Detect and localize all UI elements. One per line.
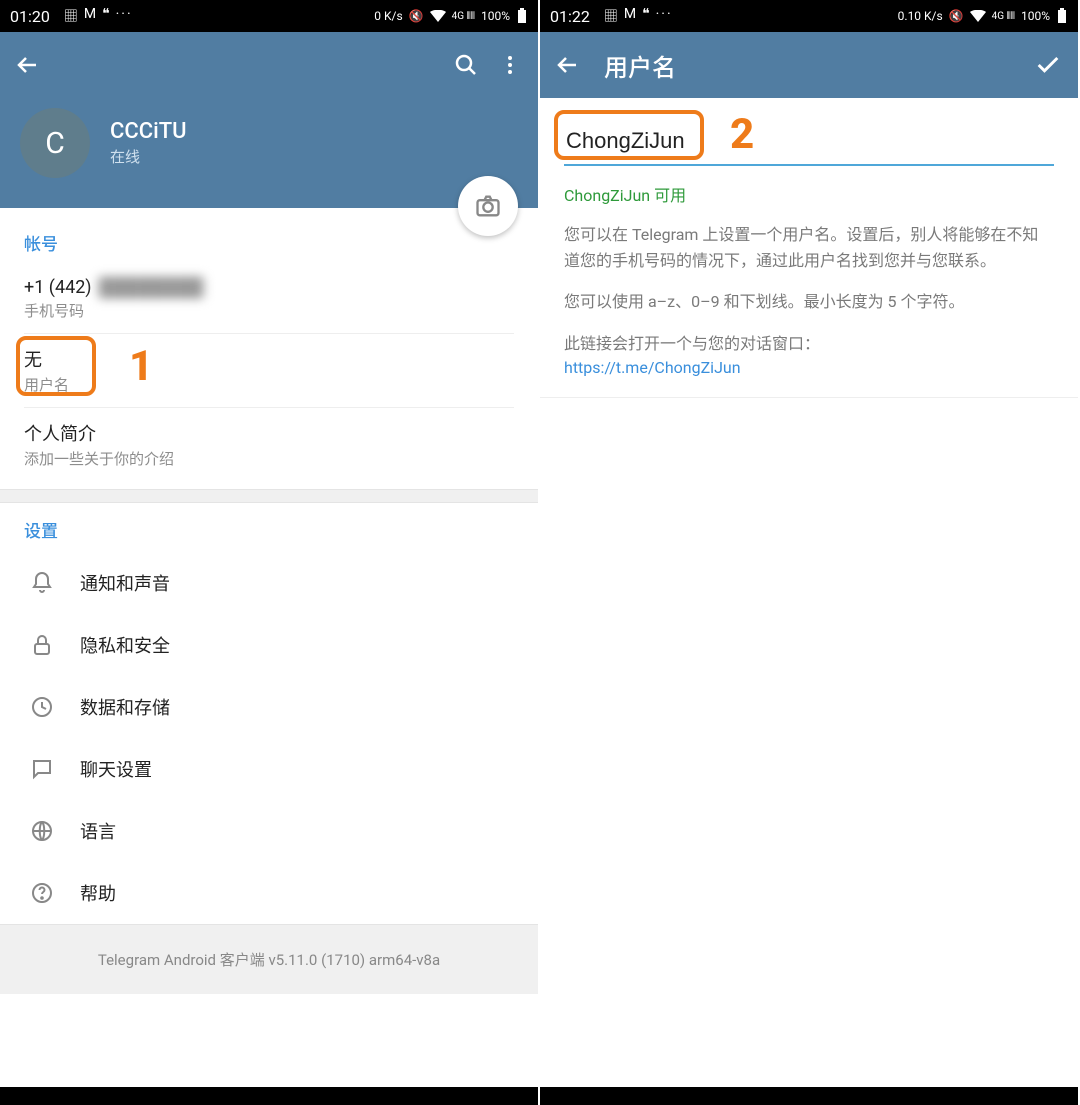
username-value: 无 — [24, 346, 514, 372]
settings-row-label: 数据和存储 — [80, 694, 170, 720]
camera-fab[interactable] — [458, 176, 518, 236]
confirm-icon[interactable] — [1034, 51, 1062, 79]
footer-version: Telegram Android 客户端 v5.11.0 (1710) arm6… — [0, 924, 538, 994]
bio-row[interactable]: 个人简介 添加一些关于你的介绍 — [24, 407, 514, 481]
phone-value: +1 (442) ████████ — [24, 277, 514, 298]
status-notification-icons: ▦ M ❝ ··· — [604, 6, 673, 26]
search-icon[interactable] — [454, 53, 478, 77]
profile-header: C CCCiTU 在线 — [0, 98, 538, 208]
hangouts-icon: ❝ — [642, 6, 650, 26]
more-icon: ··· — [656, 6, 673, 26]
bell-icon — [24, 571, 60, 595]
back-icon[interactable] — [556, 53, 580, 77]
wifi-icon — [430, 10, 446, 22]
status-time: 01:22 — [550, 7, 590, 26]
avatar[interactable]: C — [20, 108, 90, 178]
battery-text: 100% — [481, 9, 510, 23]
profile-status: 在线 — [110, 146, 187, 167]
appbar — [0, 32, 538, 98]
username-desc-3: 此链接会打开一个与您的对话窗口： — [564, 331, 1054, 357]
username-row[interactable]: 无 用户名 1 — [24, 333, 514, 407]
android-navbar — [540, 1087, 1078, 1105]
account-section: 帐号 +1 (442) ████████ 手机号码 无 用户名 1 个人简介 添… — [0, 208, 538, 489]
username-label: 用户名 — [24, 374, 514, 395]
more-vert-icon[interactable] — [498, 53, 522, 77]
username-desc-1: 您可以在 Telegram 上设置一个用户名。设置后，别人将能够在不知道您的手机… — [564, 222, 1054, 273]
android-navbar — [0, 1087, 538, 1105]
settings-row-globe[interactable]: 语言 — [0, 800, 538, 862]
status-bar: 01:22 ▦ M ❝ ··· 0.10 K/s 🔇 4G ⫴⫴ 100% — [540, 0, 1078, 32]
status-time: 01:20 — [10, 7, 50, 26]
help-icon — [24, 881, 60, 905]
settings-row-label: 语言 — [80, 818, 116, 844]
settings-row-label: 隐私和安全 — [80, 632, 170, 658]
username-card: 2 ChongZiJun 可用 您可以在 Telegram 上设置一个用户名。设… — [540, 98, 1078, 398]
signal-4g-icon: 4G ⫴⫴ — [452, 11, 475, 22]
globe-icon — [24, 819, 60, 843]
net-speed: 0.10 K/s — [898, 9, 943, 23]
image-icon: ▦ — [604, 6, 618, 26]
avatar-letter: C — [45, 126, 65, 161]
phone-row[interactable]: +1 (442) ████████ 手机号码 — [24, 265, 514, 333]
section-divider — [0, 489, 538, 503]
phone-left: 01:20 ▦ M ❝ ··· 0 K/s 🔇 4G ⫴⫴ 100% — [0, 0, 540, 1105]
settings-row-chat[interactable]: 聊天设置 — [0, 738, 538, 800]
lock-icon — [24, 633, 60, 657]
username-link[interactable]: https://t.me/ChongZiJun — [564, 358, 1054, 377]
status-notification-icons: ▦ M ❝ ··· — [64, 6, 133, 26]
mute-icon: 🔇 — [409, 9, 424, 23]
mute-icon: 🔇 — [949, 9, 964, 23]
settings-row-clock[interactable]: 数据和存储 — [0, 676, 538, 738]
settings-row-bell[interactable]: 通知和声音 — [0, 552, 538, 614]
phone-right: 01:22 ▦ M ❝ ··· 0.10 K/s 🔇 4G ⫴⫴ 100% 用户 — [540, 0, 1080, 1105]
image-icon: ▦ — [64, 6, 78, 26]
battery-icon — [516, 8, 528, 24]
settings-header: 设置 — [24, 517, 514, 542]
settings-row-label: 帮助 — [80, 880, 116, 906]
username-input[interactable] — [564, 118, 1054, 166]
profile-name: CCCiTU — [110, 119, 187, 144]
bio-label: 添加一些关于你的介绍 — [24, 448, 514, 469]
more-icon: ··· — [116, 6, 133, 26]
appbar-title: 用户名 — [604, 48, 1014, 83]
account-header: 帐号 — [24, 230, 514, 255]
settings-row-label: 聊天设置 — [80, 756, 152, 782]
clock-icon — [24, 695, 60, 719]
battery-text: 100% — [1021, 9, 1050, 23]
net-speed: 0 K/s — [374, 9, 402, 23]
status-bar: 01:20 ▦ M ❝ ··· 0 K/s 🔇 4G ⫴⫴ 100% — [0, 0, 538, 32]
username-available: ChongZiJun 可用 — [564, 182, 1054, 206]
settings-list: 通知和声音隐私和安全数据和存储聊天设置语言帮助 — [0, 552, 538, 924]
wifi-icon — [970, 10, 986, 22]
phone-label: 手机号码 — [24, 300, 514, 321]
settings-row-help[interactable]: 帮助 — [0, 862, 538, 924]
hangouts-icon: ❝ — [102, 6, 110, 26]
settings-row-label: 通知和声音 — [80, 570, 170, 596]
signal-4g-icon: 4G ⫴⫴ — [992, 11, 1015, 22]
mail-icon: M — [84, 6, 96, 26]
mail-icon: M — [624, 6, 636, 26]
chat-icon — [24, 757, 60, 781]
settings-row-lock[interactable]: 隐私和安全 — [0, 614, 538, 676]
battery-icon — [1056, 8, 1068, 24]
appbar: 用户名 — [540, 32, 1078, 98]
settings-section: 设置 — [0, 503, 538, 552]
bio-value: 个人简介 — [24, 420, 514, 446]
back-icon[interactable] — [16, 53, 40, 77]
username-desc-2: 您可以使用 a–z、0–9 和下划线。最小长度为 5 个字符。 — [564, 289, 1054, 315]
